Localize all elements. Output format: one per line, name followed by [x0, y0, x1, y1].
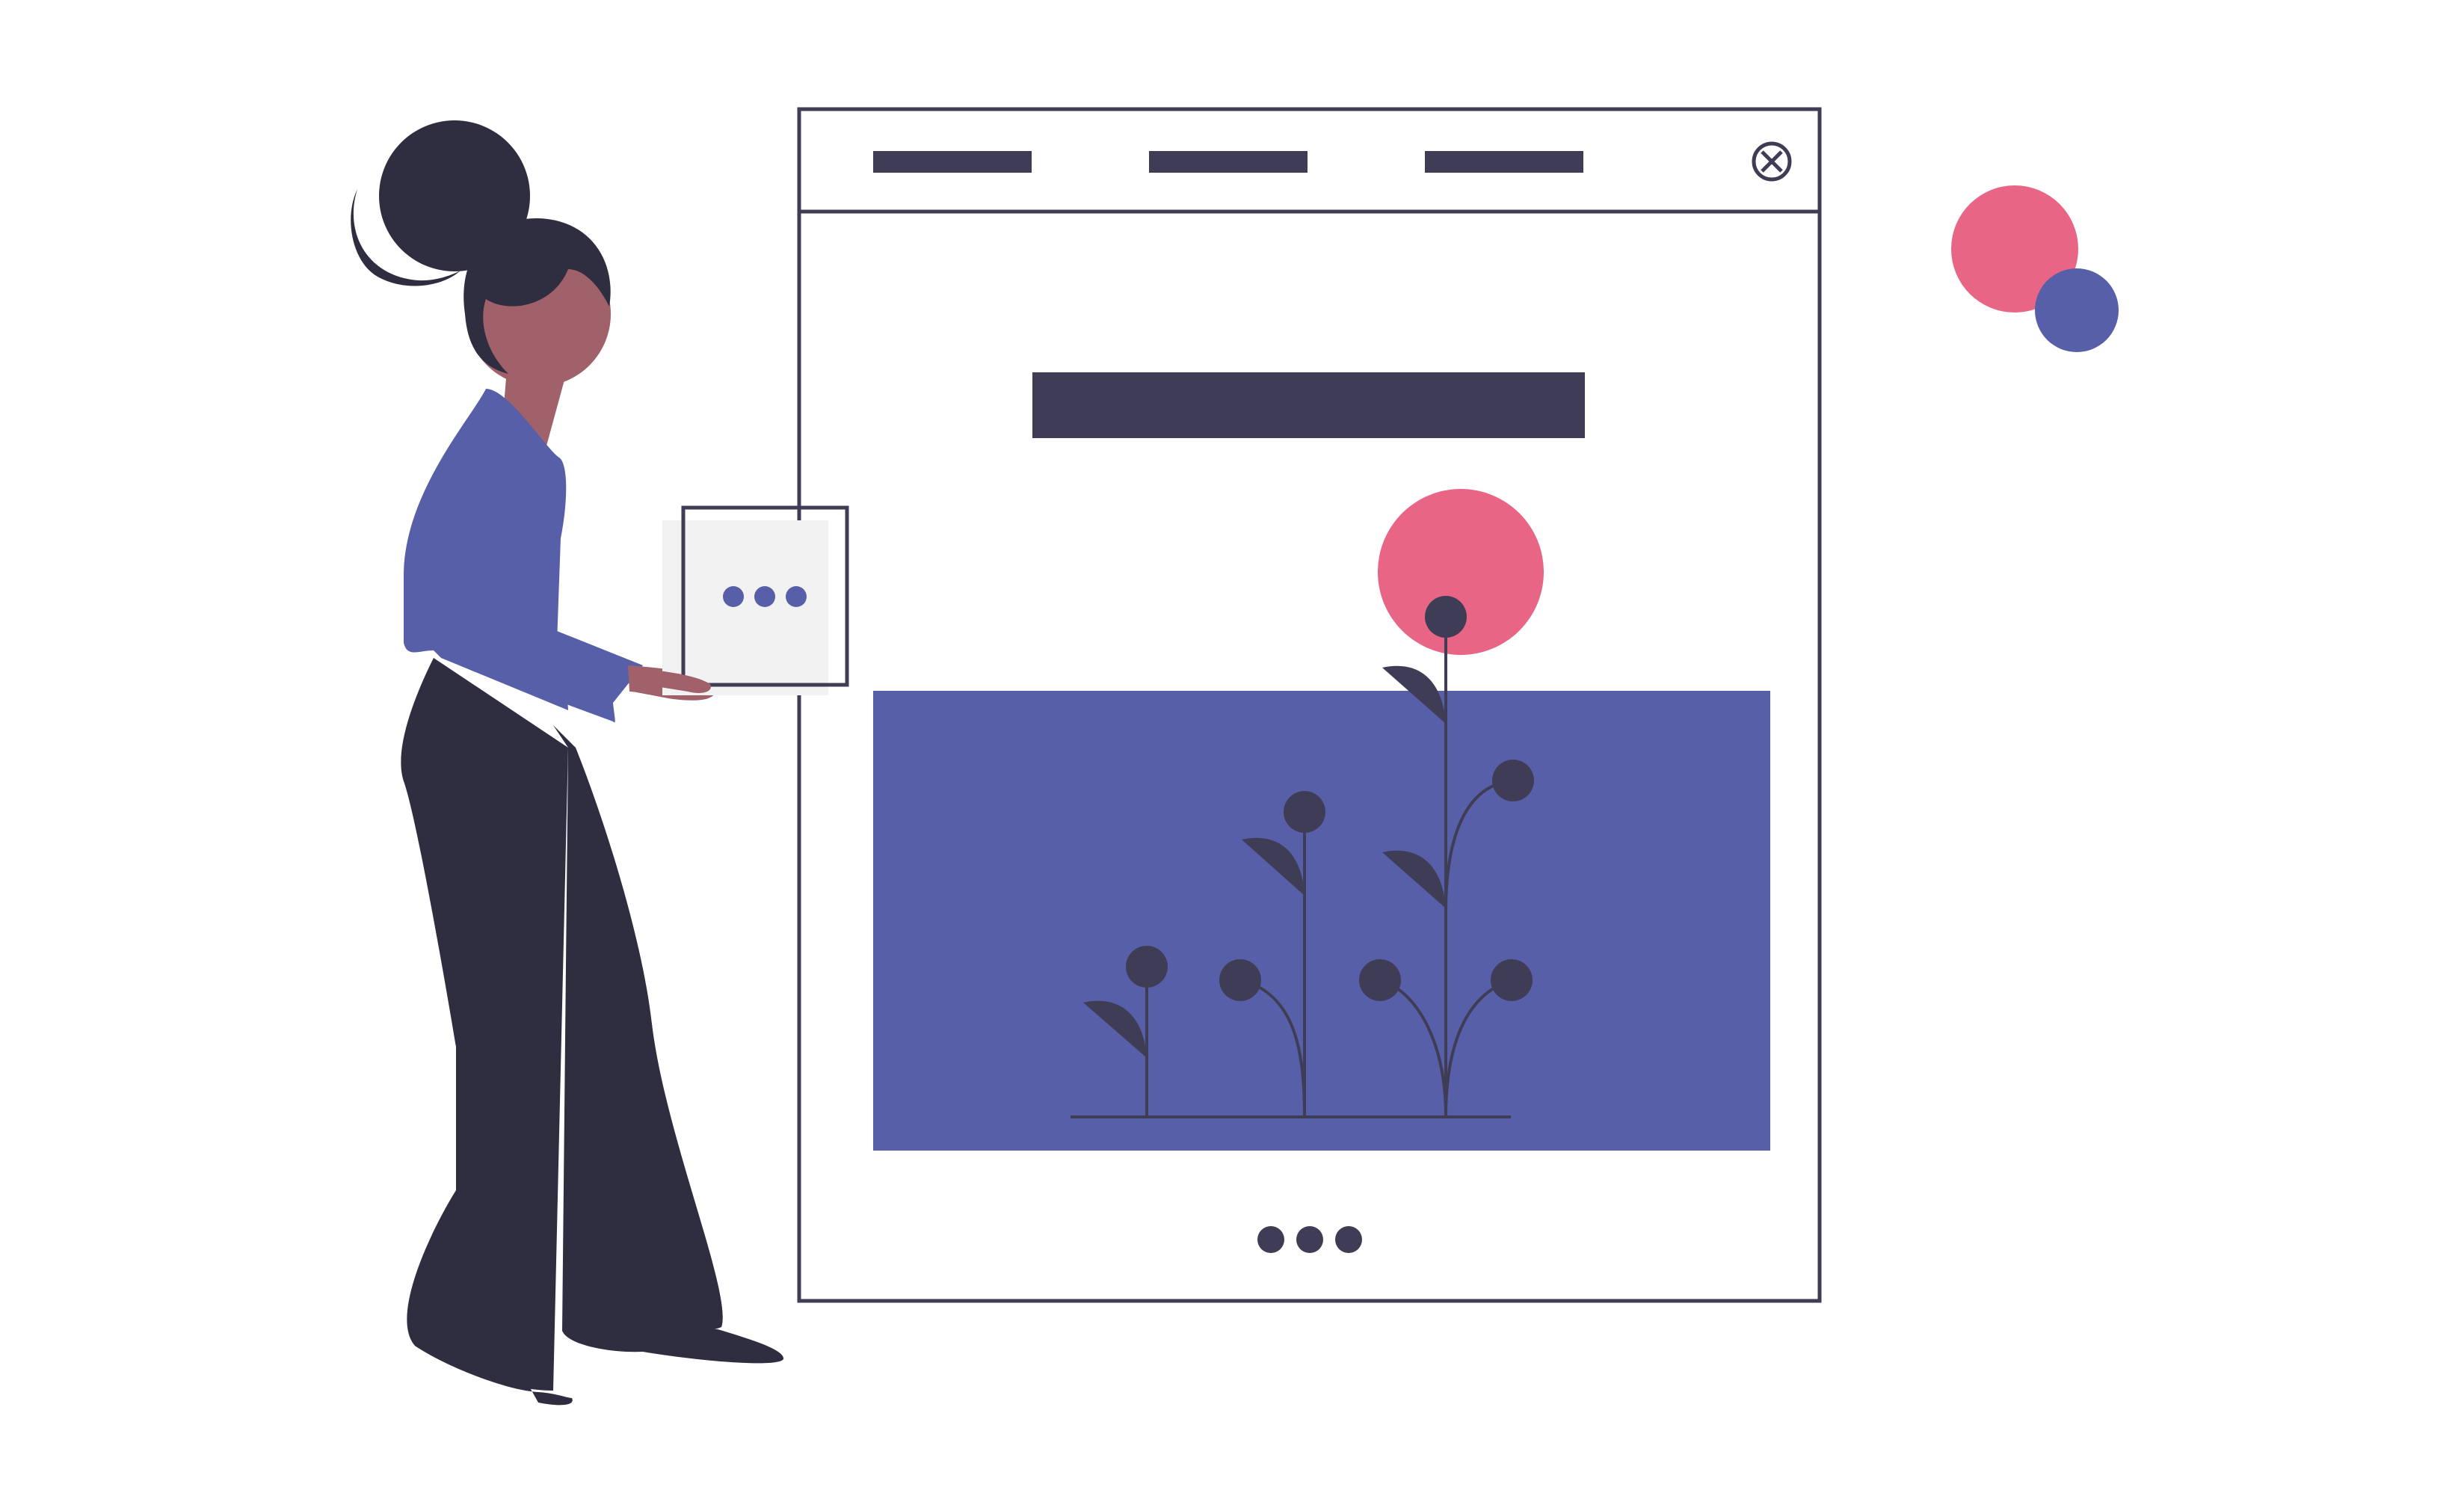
- pagination-dot-2[interactable]: [1296, 1226, 1323, 1253]
- woman-figure: [351, 120, 849, 1406]
- content-image-panel: [873, 691, 1770, 1151]
- tablet-dot-3: [786, 586, 807, 607]
- decor-circle-blue: [2035, 268, 2119, 352]
- shoe-right: [562, 1329, 784, 1364]
- pagination-dot-3[interactable]: [1335, 1226, 1362, 1253]
- nav-item-3[interactable]: [1425, 151, 1583, 173]
- decor-circles: [1951, 185, 2119, 352]
- nav-item-2[interactable]: [1149, 151, 1308, 173]
- pagination-dots[interactable]: [1257, 1226, 1362, 1253]
- tablet-dot-1: [723, 586, 744, 607]
- browser-window: [797, 107, 1822, 1303]
- tablet[interactable]: [662, 505, 849, 695]
- pagination-dot-1[interactable]: [1257, 1226, 1284, 1253]
- tablet-dot-2: [754, 586, 775, 607]
- pants-right-leg: [553, 725, 723, 1336]
- nav-item-1[interactable]: [873, 151, 1032, 173]
- hero-title-placeholder: [1032, 372, 1585, 438]
- tablet-screen: [662, 520, 828, 695]
- illustration-canvas: [351, 107, 2119, 1406]
